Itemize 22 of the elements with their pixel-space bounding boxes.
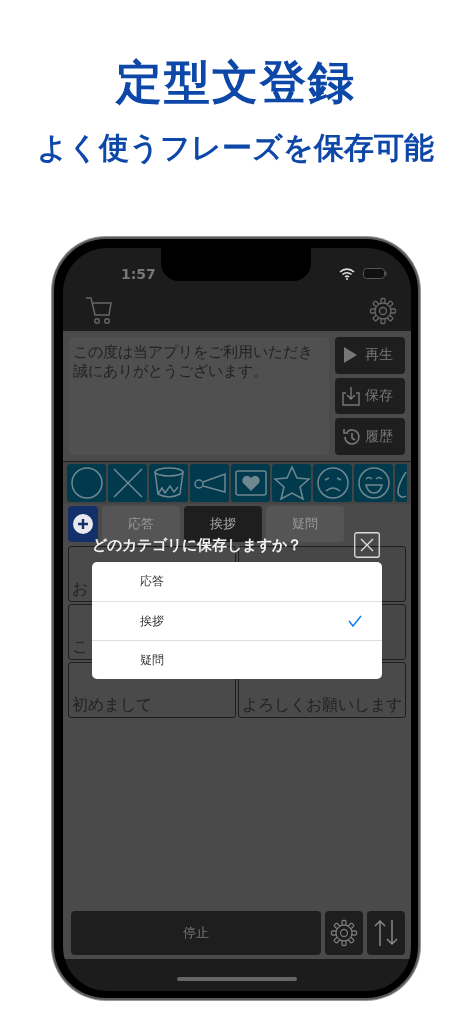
cart-icon[interactable] <box>85 296 113 326</box>
sort-button[interactable] <box>367 911 405 955</box>
battery-icon <box>363 268 387 279</box>
star-icon[interactable] <box>272 464 311 502</box>
save-button[interactable]: 保存 <box>335 377 405 415</box>
play-button[interactable]: 再生 <box>335 337 405 374</box>
settings-button[interactable] <box>325 911 363 955</box>
settings-icon[interactable] <box>369 297 397 325</box>
status-time: 1:57 <box>121 265 156 282</box>
category-option[interactable]: 挨拶 <box>92 601 382 640</box>
close-icon[interactable] <box>354 532 380 558</box>
wifi-icon <box>339 267 355 280</box>
page-subtitle: よく使うフレーズを保存可能 <box>37 129 434 167</box>
settings-icon <box>330 919 358 947</box>
history-button[interactable]: 履歴 <box>335 418 405 455</box>
download-icon <box>341 385 361 407</box>
stop-button[interactable]: 停止 <box>71 911 321 955</box>
category-option[interactable]: 疑問 <box>92 640 382 679</box>
category-option[interactable]: 応答 <box>92 562 382 601</box>
plus-icon <box>72 513 94 535</box>
page-title: 定型文登録 <box>115 54 356 111</box>
sort-arrows-icon <box>372 918 400 948</box>
